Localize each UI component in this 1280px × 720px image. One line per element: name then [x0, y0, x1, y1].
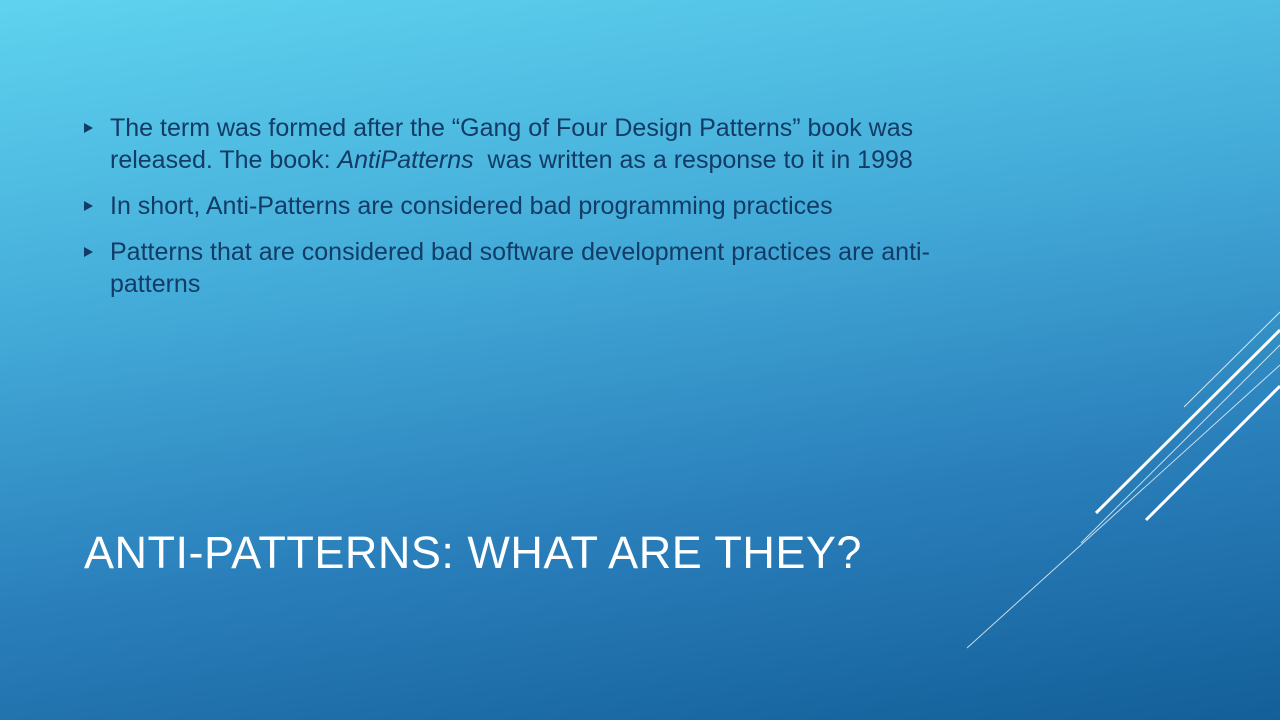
- bullet-text-3: Patterns that are considered bad softwar…: [110, 238, 930, 298]
- decorative-diagonal-lines: [966, 311, 1280, 649]
- bullet-text-1-after: was written as a response to it in 1998: [473, 146, 913, 174]
- bullet-item-2: In short, Anti-Patterns are considered b…: [84, 190, 934, 222]
- bullet-item-1: The term was formed after the “Gang of F…: [84, 112, 934, 176]
- bullet-item-3: Patterns that are considered bad softwar…: [84, 236, 934, 300]
- decor-line-thin-mid: [1080, 344, 1280, 544]
- bullet-list: The term was formed after the “Gang of F…: [84, 112, 934, 314]
- bullet-text-2: In short, Anti-Patterns are considered b…: [110, 192, 833, 220]
- triangle-right-icon: [84, 236, 110, 257]
- triangle-right-icon: [84, 112, 110, 133]
- decor-line-thick-1: [1094, 328, 1280, 515]
- decor-line-thick-2: [1144, 384, 1280, 522]
- decor-line-thin-long: [966, 364, 1280, 649]
- bullet-text-1: The term was formed after the “Gang of F…: [110, 112, 934, 176]
- triangle-right-icon: [84, 190, 110, 211]
- book-title-antipatterns: AntiPatterns: [337, 146, 474, 174]
- slide: The term was formed after the “Gang of F…: [0, 0, 1280, 720]
- slide-title: ANTI-PATTERNS: WHAT ARE THEY?: [84, 527, 862, 578]
